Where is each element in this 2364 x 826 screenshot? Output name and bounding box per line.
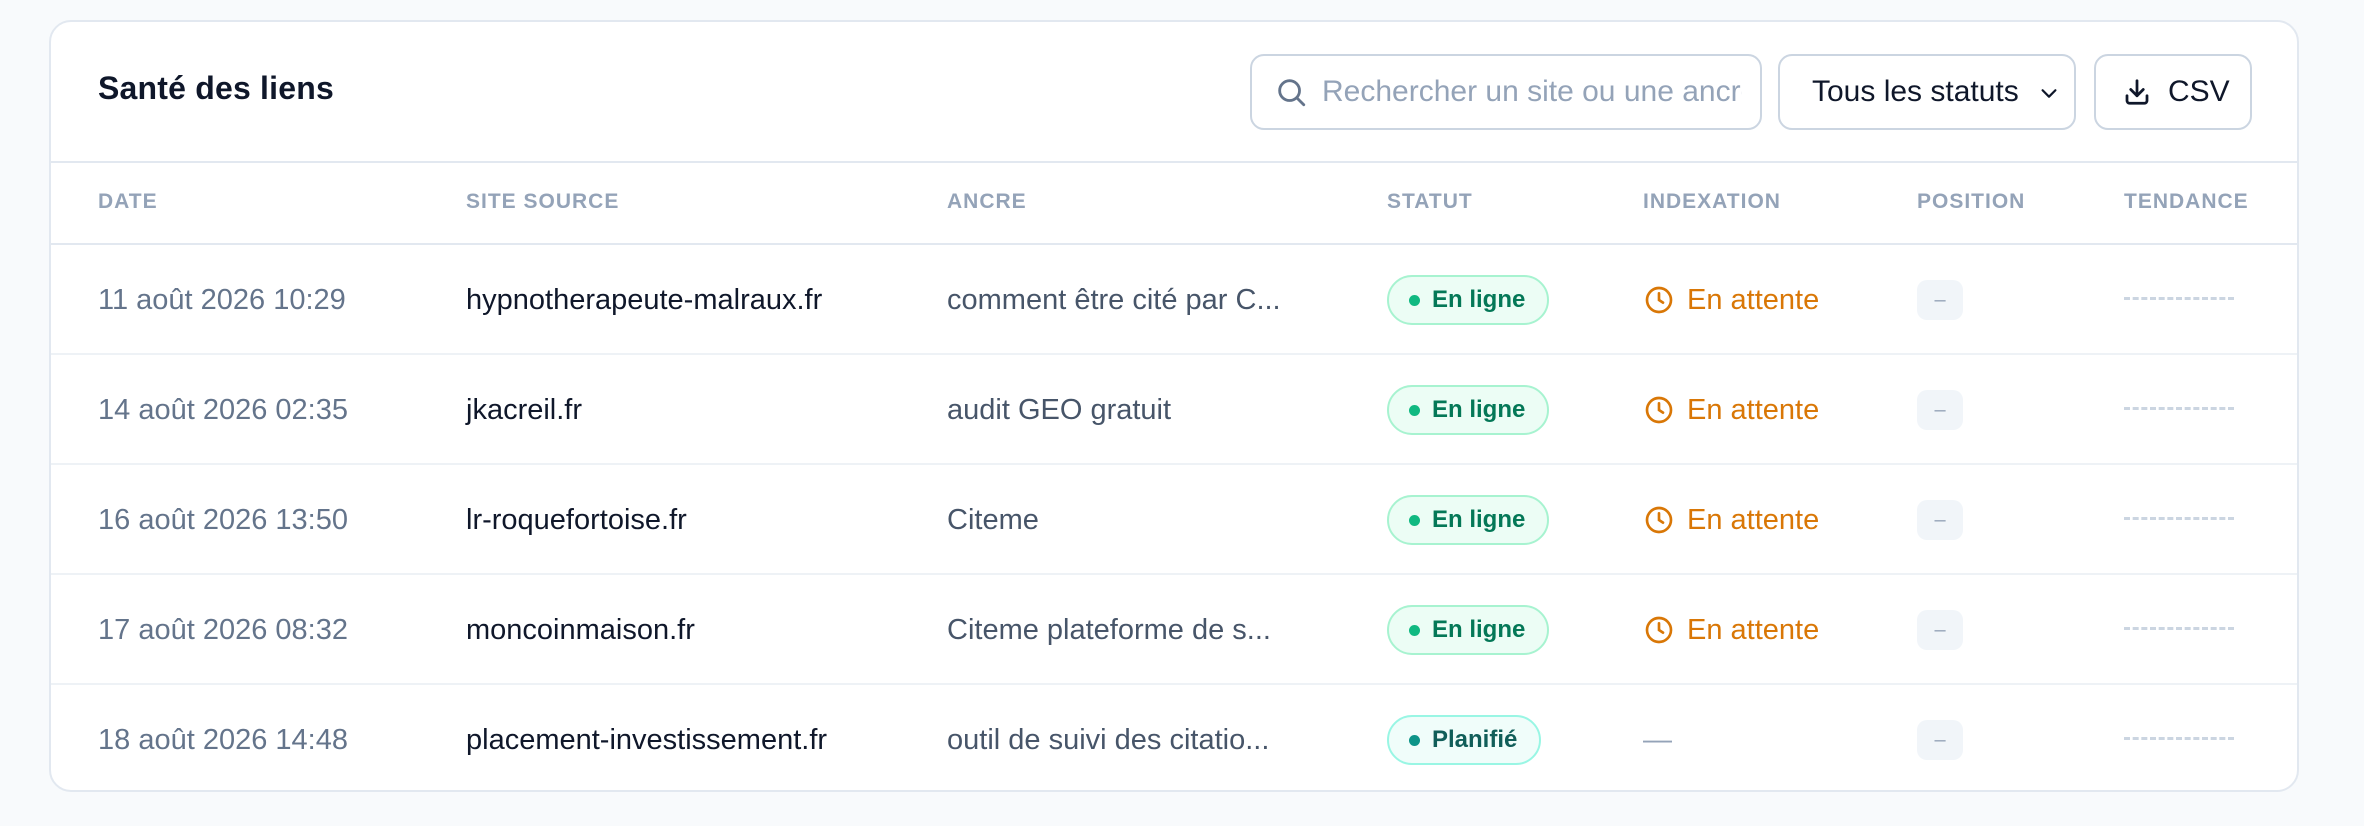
row-status-cell: En ligne bbox=[1387, 355, 1550, 465]
column-header-anchor: ANCRE bbox=[947, 190, 1027, 213]
column-header-indexation: INDEXATION bbox=[1643, 190, 1781, 213]
row-position-cell: – bbox=[1917, 685, 1963, 790]
row-anchor: Citeme plateforme de s... bbox=[947, 613, 1271, 646]
download-icon bbox=[2125, 79, 2149, 105]
status-badge: En ligne bbox=[1387, 275, 1550, 325]
trend-placeholder bbox=[2124, 517, 2234, 523]
indexation-pending: En attente bbox=[1643, 504, 1819, 537]
row-status-cell: En ligne bbox=[1387, 575, 1550, 685]
row-site: hypnotherapeute-malraux.fr bbox=[466, 283, 823, 316]
status-badge-label: En ligne bbox=[1432, 286, 1526, 313]
status-dot-icon bbox=[1409, 294, 1420, 306]
status-badge-label: Planifié bbox=[1432, 726, 1518, 753]
indexation-empty: — bbox=[1643, 723, 1672, 756]
row-status-cell: En ligne bbox=[1387, 465, 1550, 575]
status-dot-icon bbox=[1409, 734, 1420, 746]
row-anchor: Citeme bbox=[947, 503, 1039, 536]
table-row[interactable]: 16 août 2026 13:50 lr-roquefortoise.fr C… bbox=[51, 465, 2297, 575]
column-header-trend: TENDANCE bbox=[2124, 190, 2249, 213]
row-site: jkacreil.fr bbox=[466, 393, 583, 426]
row-indexation-cell: En attente bbox=[1643, 575, 1819, 685]
row-site: moncoinmaison.fr bbox=[466, 613, 695, 646]
export-csv-label: CSV bbox=[2168, 75, 2230, 108]
table-body: 11 août 2026 10:29 hypnotherapeute-malra… bbox=[51, 245, 2297, 790]
column-header-date: DATE bbox=[98, 190, 158, 213]
row-trend-cell bbox=[2124, 575, 2234, 685]
row-anchor: audit GEO gratuit bbox=[947, 393, 1172, 426]
table-row[interactable]: 11 août 2026 10:29 hypnotherapeute-malra… bbox=[51, 245, 2297, 355]
row-status-cell: En ligne bbox=[1387, 245, 1550, 355]
row-indexation-cell: — bbox=[1643, 685, 1672, 790]
panel-title: Santé des liens bbox=[98, 70, 334, 106]
row-trend-cell bbox=[2124, 465, 2234, 575]
position-pill: – bbox=[1917, 500, 1963, 540]
clock-icon bbox=[1645, 286, 1673, 314]
indexation-label: En attente bbox=[1687, 283, 1820, 316]
position-pill: – bbox=[1917, 610, 1963, 650]
column-header-status: STATUT bbox=[1387, 190, 1473, 213]
search-box[interactable] bbox=[1250, 54, 1762, 130]
trend-placeholder bbox=[2124, 407, 2234, 413]
row-status-cell: Planifié bbox=[1387, 685, 1542, 790]
row-position-cell: – bbox=[1917, 465, 1963, 575]
indexation-label: En attente bbox=[1687, 503, 1820, 536]
row-position-cell: – bbox=[1917, 245, 1963, 355]
indexation-label: En attente bbox=[1687, 393, 1820, 426]
row-anchor: comment être cité par C... bbox=[947, 283, 1281, 316]
status-filter-value: Tous les statuts bbox=[1812, 75, 2019, 108]
trend-placeholder bbox=[2124, 627, 2234, 633]
trend-placeholder bbox=[2124, 737, 2234, 743]
indexation-label: En attente bbox=[1687, 613, 1820, 646]
links-health-panel: Santé des liens Tous les statuts CSV DAT… bbox=[49, 20, 2299, 792]
search-icon bbox=[1278, 79, 1306, 107]
position-pill: – bbox=[1917, 720, 1963, 760]
status-dot-icon bbox=[1409, 514, 1420, 526]
position-pill: – bbox=[1917, 280, 1963, 320]
indexation-pending: En attente bbox=[1643, 394, 1819, 427]
export-csv-button[interactable]: CSV bbox=[2094, 54, 2252, 130]
row-date: 16 août 2026 13:50 bbox=[98, 503, 348, 536]
row-position-cell: – bbox=[1917, 355, 1963, 465]
column-header-site: SITE SOURCE bbox=[466, 190, 620, 213]
status-badge: En ligne bbox=[1387, 495, 1550, 545]
row-position-cell: – bbox=[1917, 575, 1963, 685]
position-pill: – bbox=[1917, 390, 1963, 430]
status-badge-label: En ligne bbox=[1432, 396, 1526, 423]
row-trend-cell bbox=[2124, 355, 2234, 465]
row-site: placement-investissement.fr bbox=[466, 723, 828, 756]
clock-icon bbox=[1645, 616, 1673, 644]
status-badge: En ligne bbox=[1387, 605, 1550, 655]
table-row[interactable]: 18 août 2026 14:48 placement-investissem… bbox=[51, 685, 2297, 790]
status-badge: En ligne bbox=[1387, 385, 1550, 435]
chevron-down-icon bbox=[2041, 89, 2057, 98]
status-filter-select[interactable]: Tous les statuts bbox=[1778, 54, 2076, 130]
panel-header: Santé des liens Tous les statuts CSV bbox=[51, 22, 2297, 163]
table-row[interactable]: 17 août 2026 08:32 moncoinmaison.fr Cite… bbox=[51, 575, 2297, 685]
status-badge-label: En ligne bbox=[1432, 616, 1526, 643]
status-dot-icon bbox=[1409, 404, 1420, 416]
status-dot-icon bbox=[1409, 624, 1420, 636]
status-badge: Planifié bbox=[1387, 715, 1542, 765]
row-date: 14 août 2026 02:35 bbox=[98, 393, 348, 426]
indexation-pending: En attente bbox=[1643, 614, 1819, 647]
status-badge-label: En ligne bbox=[1432, 506, 1526, 533]
table-header: DATE SITE SOURCE ANCRE STATUT INDEXATION… bbox=[51, 163, 2297, 245]
row-date: 18 août 2026 14:48 bbox=[98, 723, 348, 756]
row-trend-cell bbox=[2124, 245, 2234, 355]
row-indexation-cell: En attente bbox=[1643, 355, 1819, 465]
trend-placeholder bbox=[2124, 297, 2234, 303]
row-date: 17 août 2026 08:32 bbox=[98, 613, 348, 646]
clock-icon bbox=[1645, 396, 1673, 424]
row-trend-cell bbox=[2124, 685, 2234, 790]
indexation-pending: En attente bbox=[1643, 284, 1819, 317]
clock-icon bbox=[1645, 506, 1673, 534]
row-anchor: outil de suivi des citatio... bbox=[947, 723, 1270, 756]
search-input[interactable] bbox=[1322, 75, 1742, 109]
row-date: 11 août 2026 10:29 bbox=[98, 283, 346, 316]
table-row[interactable]: 14 août 2026 02:35 jkacreil.fr audit GEO… bbox=[51, 355, 2297, 465]
row-indexation-cell: En attente bbox=[1643, 465, 1819, 575]
row-indexation-cell: En attente bbox=[1643, 245, 1819, 355]
column-header-position: POSITION bbox=[1917, 190, 2026, 213]
row-site: lr-roquefortoise.fr bbox=[466, 503, 687, 536]
